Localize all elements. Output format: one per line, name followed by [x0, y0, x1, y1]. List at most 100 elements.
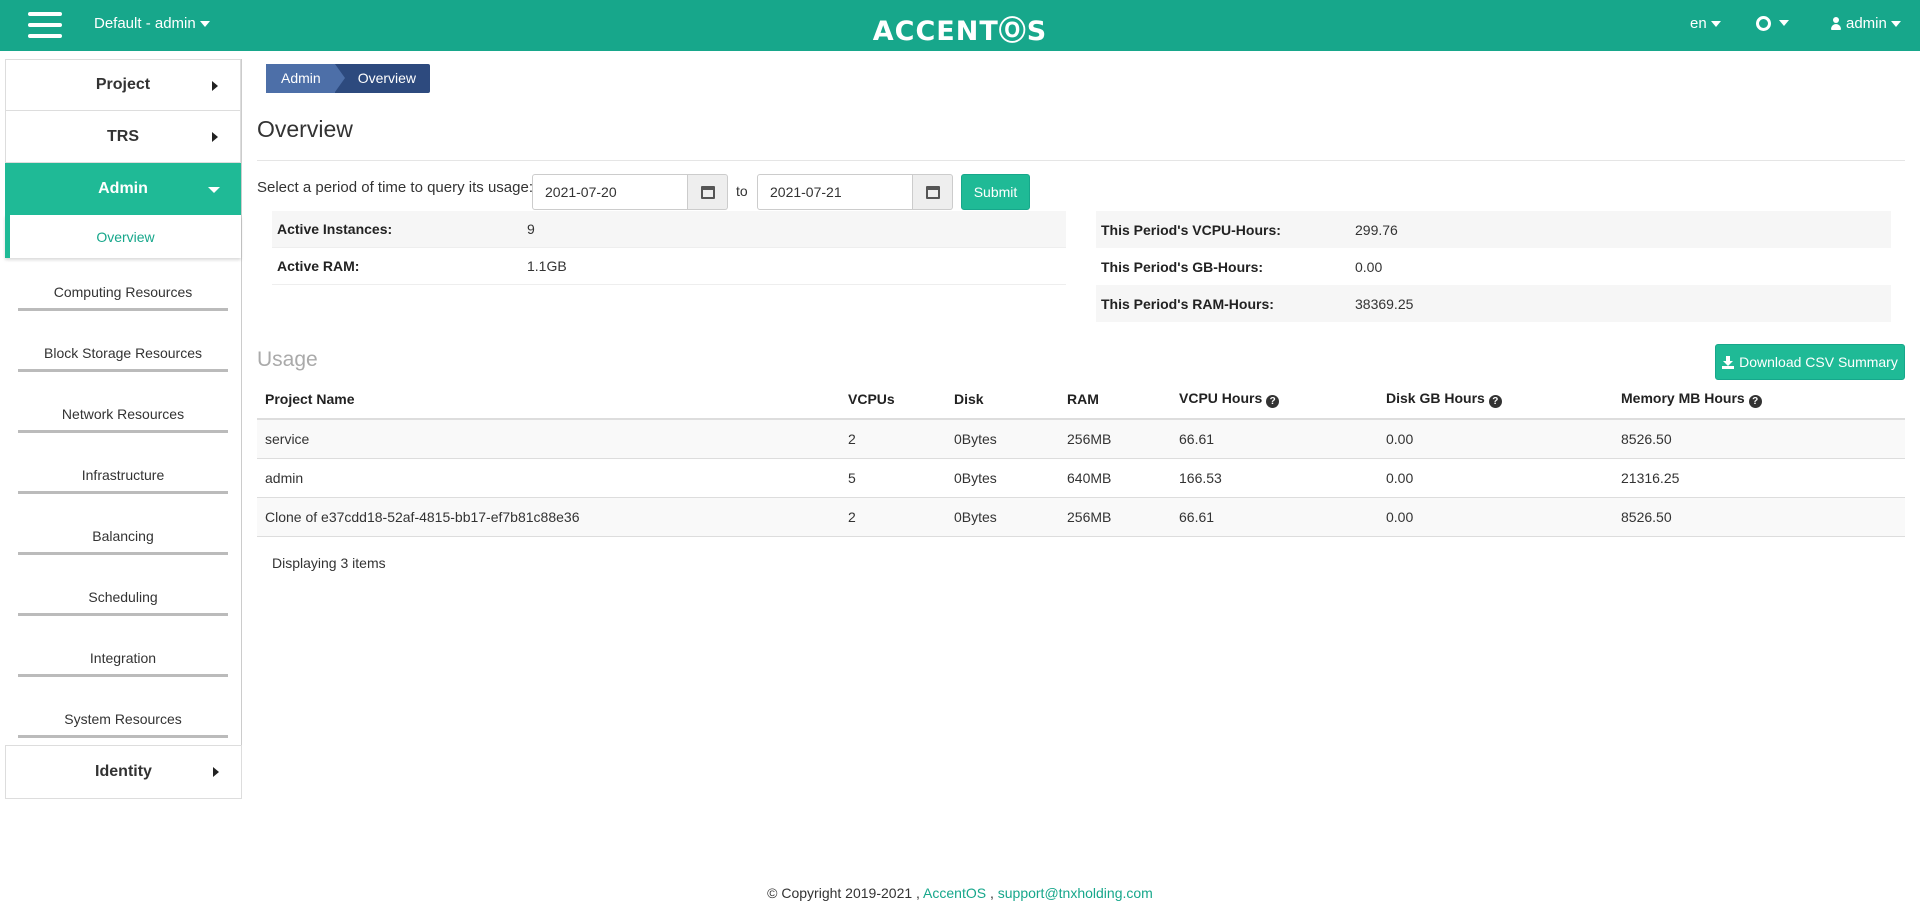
sidebar-item-system-resources[interactable]: System Resources: [5, 685, 241, 746]
table-row: Clone of e37cdd18-52af-4815-bb17-ef7b81c…: [257, 497, 1905, 537]
nav-trs[interactable]: TRS: [5, 111, 241, 163]
nav-admin[interactable]: Admin: [5, 163, 241, 215]
nav-identity-label: Identity: [95, 763, 152, 780]
sidebar-item-overview[interactable]: Overview: [5, 215, 241, 258]
end-date-calendar-button[interactable]: [913, 174, 953, 210]
chevron-down-icon: [199, 21, 210, 28]
column-header-label: Disk: [954, 391, 984, 407]
chevron-down-icon: [1890, 21, 1901, 28]
table-cell: 166.53: [1171, 458, 1378, 498]
table-cell: 0Bytes: [946, 497, 1059, 537]
project-selector[interactable]: Default - admin: [94, 15, 210, 32]
table-cell: 5: [840, 458, 946, 498]
help-icon[interactable]: ?: [1266, 395, 1280, 408]
language-label: en: [1690, 15, 1707, 32]
sidebar-item-label: Computing Resources: [53, 284, 193, 300]
to-label: to: [736, 183, 748, 199]
breadcrumb-admin[interactable]: Admin: [266, 64, 345, 93]
sidebar-item-label: Block Storage Resources: [44, 345, 202, 361]
user-name: admin: [1846, 15, 1887, 32]
column-header[interactable]: Project Name: [257, 380, 840, 420]
table-cell: 21316.25: [1613, 458, 1905, 498]
table-cell: admin: [257, 458, 840, 498]
user-icon: [1831, 17, 1841, 30]
sidebar-item-network-resources[interactable]: Network Resources: [5, 380, 241, 441]
help-icon[interactable]: ?: [1748, 395, 1762, 408]
column-header[interactable]: Disk GB Hours?: [1378, 380, 1613, 420]
menu-icon[interactable]: [28, 12, 62, 39]
caret-down-icon: [208, 187, 220, 193]
table-cell: 640MB: [1059, 458, 1171, 498]
table-row: service 2 0Bytes 256MB 66.61 0.00 8526.5…: [257, 419, 1905, 459]
download-icon: [1722, 356, 1735, 369]
nav-identity[interactable]: Identity: [5, 745, 242, 799]
table-row: admin 5 0Bytes 640MB 166.53 0.00 21316.2…: [257, 458, 1905, 498]
column-header[interactable]: Memory MB Hours?: [1613, 380, 1905, 420]
stat-label: This Period's GB-Hours:: [1101, 258, 1264, 275]
table-cell: 2: [840, 419, 946, 459]
table-cell: 66.61: [1171, 497, 1378, 537]
sidebar-item-infrastructure[interactable]: Infrastructure: [5, 441, 241, 502]
stat-row: Active Instances: 9: [272, 211, 1066, 248]
caret-right-icon: [212, 132, 218, 142]
table-cell: 66.61: [1171, 419, 1378, 459]
column-header-label: RAM: [1067, 391, 1099, 407]
usage-table: Project Name VCPUs Disk RAM VCPU Hours? …: [257, 380, 1905, 537]
stat-row: This Period's GB-Hours: 0.00: [1096, 248, 1891, 285]
column-header-label: Disk GB Hours: [1386, 390, 1485, 406]
column-header-label: VCPU Hours: [1179, 390, 1263, 406]
column-header[interactable]: Disk: [946, 380, 1059, 420]
user-menu[interactable]: admin: [1831, 15, 1901, 32]
stat-label: This Period's RAM-Hours:: [1101, 295, 1274, 312]
footer-separator: ,: [989, 885, 994, 901]
table-cell: 0.00: [1378, 419, 1613, 459]
start-date-calendar-button[interactable]: [688, 174, 728, 210]
footer: © Copyright 2019-2021 , AccentOS , suppo…: [0, 885, 1920, 901]
caret-right-icon: [213, 767, 219, 777]
column-header-label: Memory MB Hours: [1621, 390, 1745, 406]
help-icon[interactable]: ?: [1488, 395, 1502, 408]
period-label: Select a period of time to query its usa…: [257, 179, 533, 196]
table-cell: 0Bytes: [946, 458, 1059, 498]
end-date-input[interactable]: [757, 174, 913, 210]
nav-project[interactable]: Project: [5, 59, 241, 111]
theme-menu[interactable]: [1756, 14, 1789, 31]
stat-row: This Period's VCPU-Hours: 299.76: [1096, 211, 1891, 248]
submit-button[interactable]: Submit: [961, 174, 1030, 210]
table-cell: 8526.50: [1613, 419, 1905, 459]
table-cell: 256MB: [1059, 419, 1171, 459]
sidebar-item-scheduling[interactable]: Scheduling: [5, 563, 241, 624]
sidebar: Project TRS Admin Overview Computing Res…: [5, 59, 242, 799]
calendar-icon: [926, 186, 940, 199]
stats-summary-left: Active Instances: 9 Active RAM: 1.1GB: [272, 211, 1066, 285]
start-date-input[interactable]: [532, 174, 688, 210]
stat-value: 0.00: [1355, 258, 1383, 275]
sidebar-item-block-storage-resources[interactable]: Block Storage Resources: [5, 319, 241, 380]
brand-link[interactable]: AccentOS: [923, 885, 986, 901]
sidebar-item-integration[interactable]: Integration: [5, 624, 241, 685]
column-header[interactable]: VCPU Hours?: [1171, 380, 1378, 420]
sidebar-item-balancing[interactable]: Balancing: [5, 502, 241, 563]
usage-title: Usage: [257, 348, 318, 371]
sidebar-item-label: Network Resources: [61, 406, 185, 422]
sidebar-item-label: Scheduling: [88, 589, 158, 605]
stat-value: 299.76: [1355, 221, 1398, 238]
language-selector[interactable]: en: [1690, 15, 1721, 32]
column-header[interactable]: VCPUs: [840, 380, 946, 420]
caret-right-icon: [212, 81, 218, 91]
stat-label: Active RAM:: [277, 258, 360, 274]
table-cell: 2: [840, 497, 946, 537]
table-header-row: Project Name VCPUs Disk RAM VCPU Hours? …: [257, 380, 1905, 420]
download-csv-button[interactable]: Download CSV Summary: [1715, 344, 1905, 380]
chevron-down-icon: [1779, 20, 1789, 27]
stat-label: This Period's VCPU-Hours:: [1101, 221, 1281, 238]
support-email-link[interactable]: support@tnxholding.com: [998, 885, 1153, 901]
stat-row: This Period's RAM-Hours: 38369.25: [1096, 285, 1891, 322]
table-cell: 0.00: [1378, 497, 1613, 537]
column-header-label: VCPUs: [848, 391, 895, 407]
nav-admin-label: Admin: [98, 179, 148, 197]
download-csv-label: Download CSV Summary: [1739, 354, 1898, 370]
column-header[interactable]: RAM: [1059, 380, 1171, 420]
sidebar-item-computing-resources[interactable]: Computing Resources: [5, 258, 241, 319]
sidebar-item-label: Integration: [89, 650, 157, 666]
